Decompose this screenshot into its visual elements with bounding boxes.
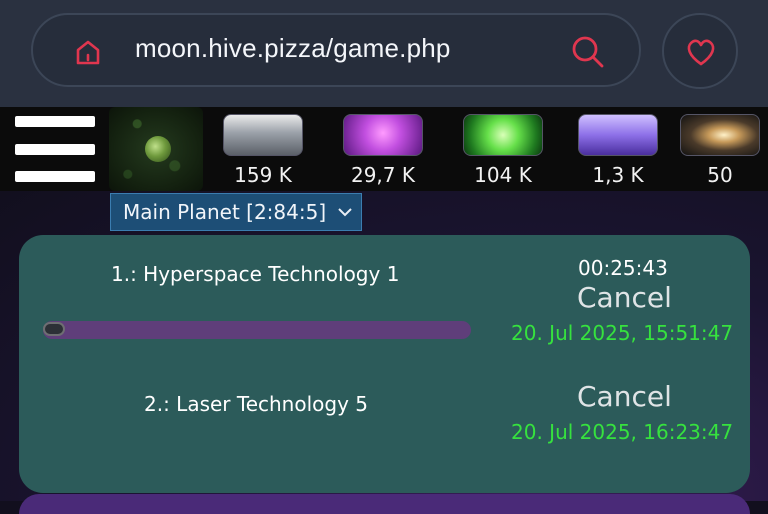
resource-value: 159 K <box>234 163 292 187</box>
resource-energy[interactable]: 1,3 K <box>578 114 658 188</box>
energy-icon <box>578 114 658 156</box>
address-bar[interactable]: moon.hive.pizza/game.php <box>31 13 641 87</box>
heart-icon <box>687 39 715 66</box>
planet-image[interactable] <box>109 107 203 191</box>
cancel-button[interactable]: Cancel <box>577 380 672 413</box>
favorite-button[interactable] <box>662 13 738 89</box>
progress-fill <box>43 322 65 336</box>
resource-deuterium[interactable]: 104 K <box>463 114 543 188</box>
queue-item-timer: 00:25:43 <box>578 256 668 280</box>
queue-item-name: 1.: Hyperspace Technology 1 <box>111 262 400 286</box>
search-icon[interactable] <box>571 35 605 69</box>
cancel-button[interactable]: Cancel <box>577 281 672 314</box>
resource-value: 50 <box>707 163 733 187</box>
crystal-icon <box>343 114 423 156</box>
resource-crystal[interactable]: 29,7 K <box>343 114 423 188</box>
resource-bar: 159 K 29,7 K 104 K 1,3 K 50 <box>0 107 768 191</box>
resource-metal[interactable]: 159 K <box>223 114 303 188</box>
menu-icon[interactable] <box>15 116 95 182</box>
queue-item-finish-time: 20. Jul 2025, 16:23:47 <box>511 420 734 444</box>
dark-matter-icon <box>680 114 760 156</box>
url-text[interactable]: moon.hive.pizza/game.php <box>135 33 451 64</box>
resource-value: 1,3 K <box>592 163 644 187</box>
browser-toolbar: moon.hive.pizza/game.php <box>0 0 768 107</box>
queue-item-name: 2.: Laser Technology 5 <box>144 392 368 416</box>
deuterium-icon <box>463 114 543 156</box>
planet-select[interactable]: Main Planet [2:84:5] <box>110 193 362 231</box>
queue-item-finish-time: 20. Jul 2025, 15:51:47 <box>511 321 734 345</box>
build-queue-panel: 1.: Hyperspace Technology 1 00:25:43 Can… <box>19 235 750 493</box>
metal-icon <box>223 114 303 156</box>
resource-value: 104 K <box>474 163 532 187</box>
progress-bar <box>43 321 471 339</box>
planet-icon <box>145 136 171 162</box>
home-icon[interactable] <box>73 37 103 67</box>
resource-dark-matter[interactable]: 50 <box>680 114 760 188</box>
chevron-down-icon <box>338 208 352 217</box>
resource-value: 29,7 K <box>350 163 415 187</box>
next-panel-edge <box>19 494 750 514</box>
planet-select-value: Main Planet [2:84:5] <box>123 200 327 224</box>
